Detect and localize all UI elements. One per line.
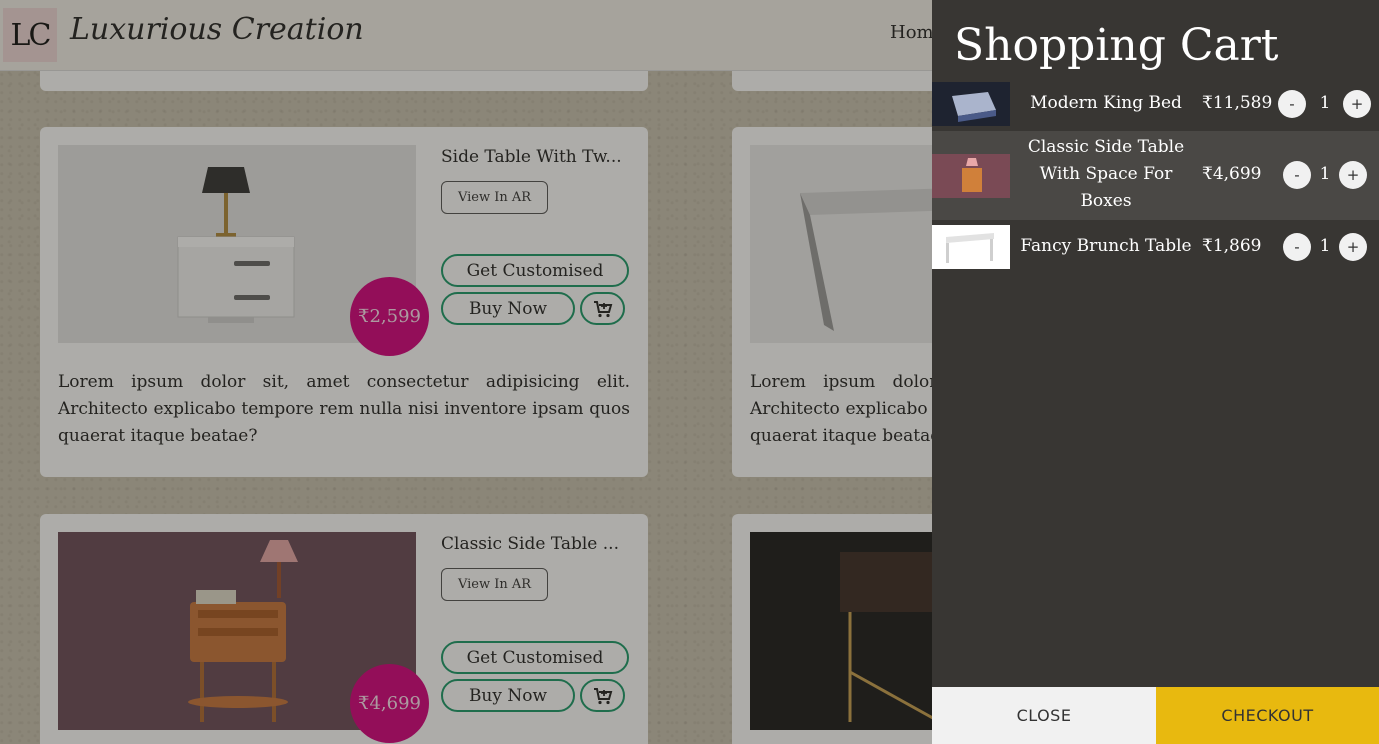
cart-item: Classic Side Table With Space For Boxes … xyxy=(932,131,1379,220)
cart-item-name: Fancy Brunch Table xyxy=(1020,236,1192,256)
increase-qty-button[interactable]: + xyxy=(1343,90,1371,118)
cart-item-thumbnail xyxy=(932,154,1010,198)
cart-item: Modern King Bed ₹11,589 - 1 + xyxy=(932,82,1379,126)
cart-item-thumbnail xyxy=(932,82,1010,126)
increase-qty-button[interactable]: + xyxy=(1339,233,1367,261)
cart-item-price: ₹1,869 xyxy=(1202,236,1262,256)
cart-item-qty: 1 xyxy=(1319,93,1331,113)
decrease-qty-button[interactable]: - xyxy=(1283,161,1311,189)
cart-item-price: ₹4,699 xyxy=(1202,164,1262,184)
cart-title: Shopping Cart xyxy=(954,20,1279,71)
cart-item-qty: 1 xyxy=(1319,236,1331,256)
cart-item: Fancy Brunch Table ₹1,869 - 1 + xyxy=(932,225,1379,269)
decrease-qty-button[interactable]: - xyxy=(1283,233,1311,261)
close-cart-button[interactable]: CLOSE xyxy=(932,687,1156,744)
shopping-cart-drawer: Shopping Cart Modern King Bed ₹11,589 - … xyxy=(932,0,1379,744)
cart-footer: CLOSE CHECKOUT xyxy=(932,687,1379,744)
decrease-qty-button[interactable]: - xyxy=(1278,90,1306,118)
cart-item-thumbnail xyxy=(932,225,1010,269)
checkout-button[interactable]: CHECKOUT xyxy=(1156,687,1379,744)
increase-qty-button[interactable]: + xyxy=(1339,161,1367,189)
cart-item-price: ₹11,589 xyxy=(1202,93,1273,113)
cart-item-qty: 1 xyxy=(1319,164,1331,184)
cart-item-name: Modern King Bed xyxy=(1030,93,1182,113)
cart-item-name: Classic Side Table With Space For Boxes xyxy=(1027,137,1185,211)
